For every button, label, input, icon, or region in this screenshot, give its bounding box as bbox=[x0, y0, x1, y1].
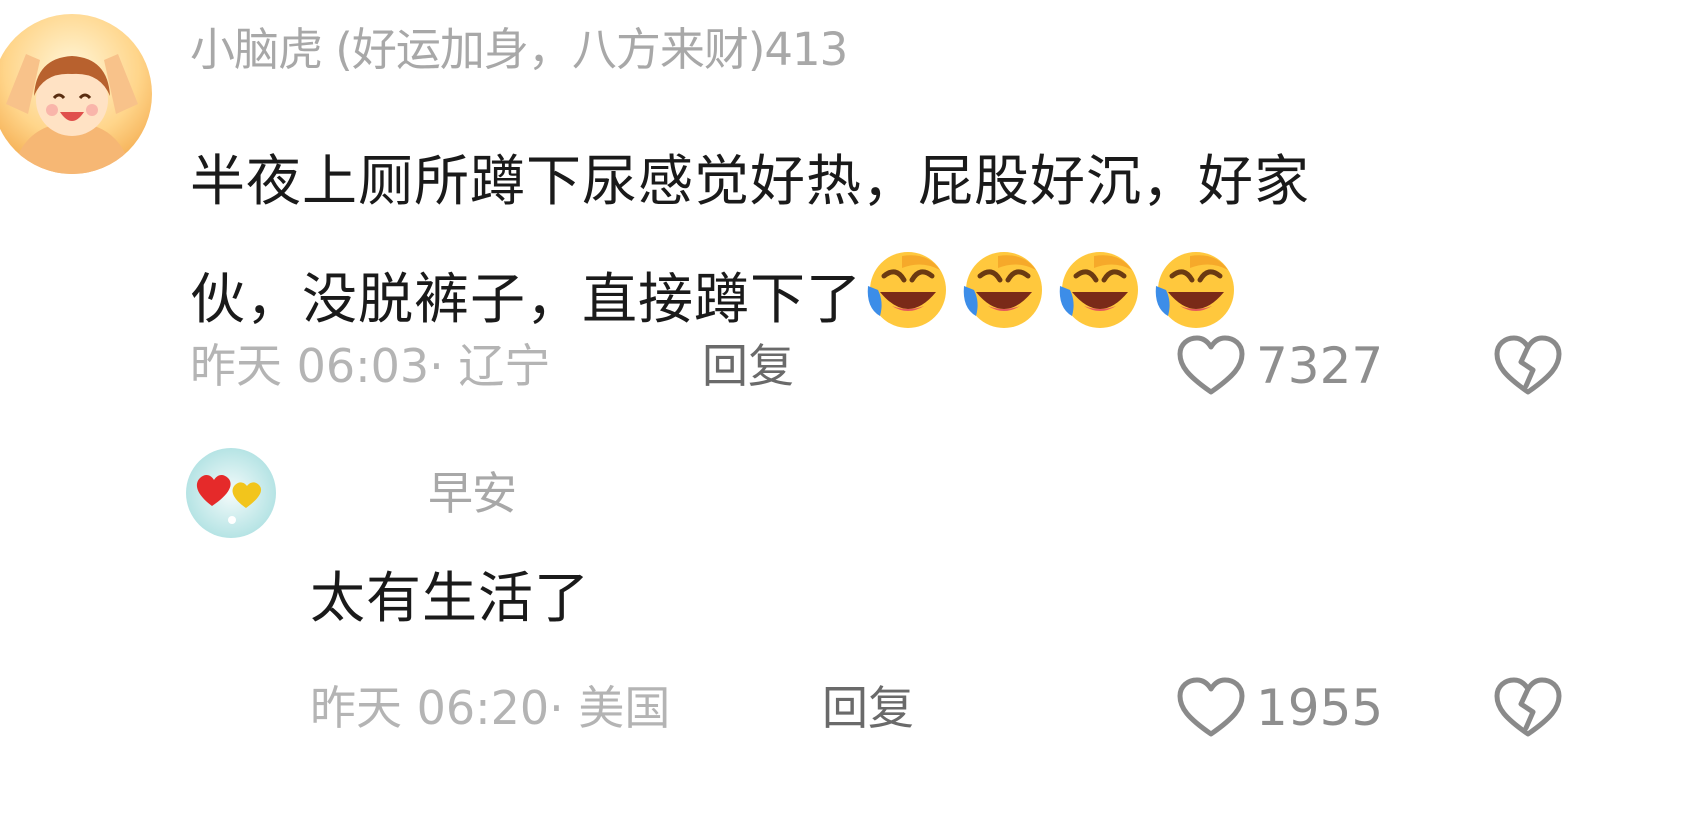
like-button[interactable]: 7327 bbox=[1176, 330, 1383, 402]
avatar[interactable] bbox=[0, 14, 152, 174]
broken-heart-icon bbox=[1494, 677, 1562, 737]
username[interactable]: 小脑虎 (好运加身，八方来财)413 bbox=[190, 22, 848, 78]
comment-text-line-2-text: 伙，没脱裤子，直接蹲下了 bbox=[190, 267, 863, 331]
like-button[interactable]: 1955 bbox=[1176, 672, 1383, 744]
comment-text: 半夜上厕所蹲下尿感觉好热，屁股好沉，好家 伙，没脱裤子，直接蹲下了 bbox=[190, 122, 1610, 358]
avatar-image bbox=[0, 14, 152, 174]
avatar[interactable] bbox=[186, 448, 276, 538]
dislike-button[interactable] bbox=[1493, 676, 1563, 744]
avatar-image bbox=[186, 448, 276, 538]
username[interactable]: 早安 bbox=[428, 466, 517, 522]
comment-meta: 昨天 06:03· 辽宁 bbox=[190, 339, 551, 393]
like-count: 1955 bbox=[1256, 679, 1384, 737]
laugh-cry-emoji bbox=[862, 246, 954, 332]
comment-text-line-1: 半夜上厕所蹲下尿感觉好热，屁股好沉，好家 bbox=[190, 149, 1311, 213]
laugh-cry-emoji bbox=[1054, 246, 1146, 332]
laugh-cry-emoji bbox=[1150, 246, 1242, 332]
like-count: 7327 bbox=[1256, 337, 1384, 395]
broken-heart-icon bbox=[1494, 335, 1562, 395]
reply-button[interactable]: 回复 bbox=[822, 676, 914, 740]
laugh-cry-emoji bbox=[958, 246, 1050, 332]
comment-text: 太有生活了 bbox=[310, 566, 591, 630]
heart-icon bbox=[1177, 677, 1245, 737]
heart-icon bbox=[1177, 335, 1245, 395]
reply-button[interactable]: 回复 bbox=[702, 334, 794, 398]
comment-meta: 昨天 06:20· 美国 bbox=[310, 681, 671, 735]
dislike-button[interactable] bbox=[1493, 334, 1563, 402]
